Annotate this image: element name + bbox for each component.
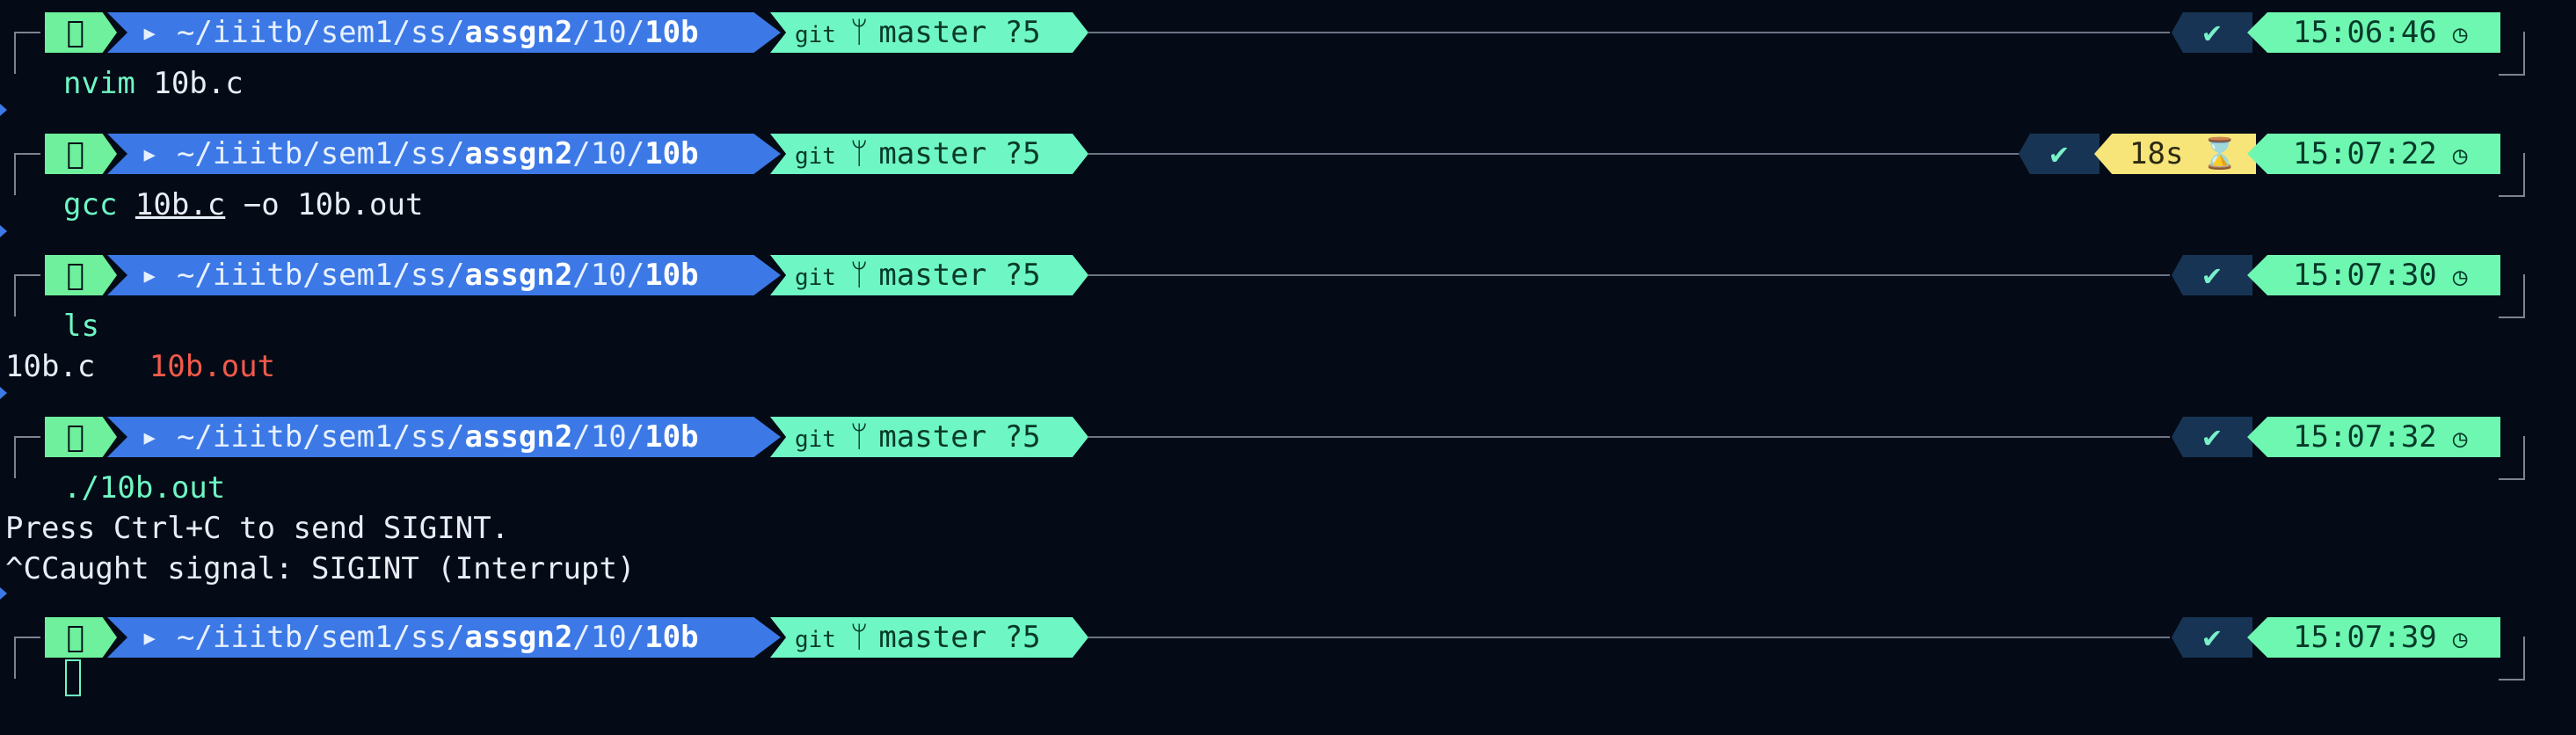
prompt-bar:  ▸ ~/iiitb/sem1/ss/assgn2/10/10b git ᛘ ma… bbox=[0, 255, 2576, 295]
apple-icon:  bbox=[45, 255, 117, 295]
time-segment: 15:07:32 ◷ bbox=[2247, 417, 2500, 457]
time-segment: 15:06:46 ◷ bbox=[2247, 12, 2500, 53]
clock-icon: ◷ bbox=[2452, 19, 2468, 48]
command-output: 10b.c 10b.out bbox=[5, 346, 275, 387]
prompt-chevron bbox=[0, 225, 7, 237]
git-branch: master ?5 bbox=[878, 419, 1041, 455]
prompt-frame-right bbox=[2499, 153, 2525, 197]
apple-icon:  bbox=[45, 12, 117, 53]
time-segment: 15:07:22 ◷ bbox=[2247, 134, 2500, 174]
prompt-rule bbox=[1088, 637, 2170, 638]
git-segment: git ᛘ master ?5 bbox=[770, 134, 1088, 174]
cwd-segment: ▸ ~/iiitb/sem1/ss/assgn2/10/10b bbox=[107, 617, 781, 658]
git-label: git bbox=[795, 265, 836, 291]
apple-icon:  bbox=[45, 617, 117, 658]
command-line: ls bbox=[63, 306, 99, 346]
folder-icon: ▸ bbox=[141, 620, 177, 655]
time-segment: 15:07:39 ◷ bbox=[2247, 617, 2500, 658]
git-segment: git ᛘ master ?5 bbox=[770, 617, 1088, 658]
git-branch: master ?5 bbox=[878, 15, 1041, 50]
timestamp: 15:07:32 bbox=[2293, 419, 2437, 455]
duration-segment: 18s ⌛ bbox=[2094, 134, 2256, 174]
branch-icon: ᛘ bbox=[849, 620, 869, 655]
folder-icon: ▸ bbox=[141, 15, 177, 50]
prompt-rule bbox=[1088, 274, 2170, 276]
command: ./10b.out bbox=[63, 470, 226, 506]
status-ok-icon: ✔ bbox=[2172, 617, 2252, 658]
cwd-segment: ▸ ~/iiitb/sem1/ss/assgn2/10/10b bbox=[107, 12, 781, 53]
apple-icon:  bbox=[45, 417, 117, 457]
folder-icon: ▸ bbox=[141, 258, 177, 293]
executable-file-entry: 10b.out bbox=[149, 349, 276, 384]
clock-icon: ◷ bbox=[2452, 141, 2468, 170]
prompt-frame-right bbox=[2499, 637, 2525, 680]
prompt-chevron bbox=[0, 387, 7, 399]
command-line: ./10b.out bbox=[63, 468, 225, 508]
prompt-rule bbox=[1088, 153, 2020, 155]
folder-icon: ▸ bbox=[141, 136, 177, 171]
git-label: git bbox=[795, 22, 836, 48]
git-branch: master ?5 bbox=[878, 136, 1041, 171]
prompt-frame-right bbox=[2499, 436, 2525, 480]
output-line-1: Press Ctrl+C to send SIGINT. bbox=[5, 511, 510, 546]
git-segment: git ᛘ master ?5 bbox=[770, 417, 1088, 457]
prompt-rule bbox=[1088, 32, 2170, 33]
cwd-segment: ▸ ~/iiitb/sem1/ss/assgn2/10/10b bbox=[107, 255, 781, 295]
branch-icon: ᛘ bbox=[849, 15, 869, 50]
prompt-chevron bbox=[0, 104, 7, 116]
file-entry: 10b.c bbox=[5, 349, 96, 384]
command-file-arg: 10b.c bbox=[135, 187, 226, 222]
status-ok-icon: ✔ bbox=[2172, 12, 2252, 53]
git-branch: master ?5 bbox=[878, 258, 1041, 293]
command-line: nvim 10b.c bbox=[63, 63, 244, 104]
git-branch: master ?5 bbox=[878, 620, 1041, 655]
status-ok-icon: ✔ bbox=[2172, 255, 2252, 295]
output-line-2: ^CCaught signal: SIGINT (Interrupt) bbox=[5, 551, 636, 586]
git-label: git bbox=[795, 627, 836, 653]
timestamp: 15:06:46 bbox=[2293, 15, 2437, 50]
prompt-frame-right bbox=[2499, 274, 2525, 318]
clock-icon: ◷ bbox=[2452, 262, 2468, 291]
time-segment: 15:07:30 ◷ bbox=[2247, 255, 2500, 295]
timestamp: 15:07:22 bbox=[2293, 136, 2437, 171]
cwd-segment: ▸ ~/iiitb/sem1/ss/assgn2/10/10b bbox=[107, 134, 781, 174]
timestamp: 15:07:30 bbox=[2293, 258, 2437, 293]
command: gcc bbox=[63, 187, 118, 222]
branch-icon: ᛘ bbox=[849, 258, 869, 293]
command: nvim bbox=[63, 66, 135, 101]
command: ls bbox=[63, 309, 99, 344]
prompt-bar:  ▸ ~/iiitb/sem1/ss/assgn2/10/10b git ᛘ ma… bbox=[0, 134, 2576, 174]
branch-icon: ᛘ bbox=[849, 419, 869, 455]
prompt-bar:  ▸ ~/iiitb/sem1/ss/assgn2/10/10b git ᛘma… bbox=[0, 417, 2576, 457]
prompt-chevron bbox=[0, 587, 7, 600]
prompt-rule bbox=[1088, 436, 2170, 438]
status-ok-icon: ✔ bbox=[2019, 134, 2099, 174]
timestamp: 15:07:39 bbox=[2293, 620, 2437, 655]
prompt-frame-right bbox=[2499, 32, 2525, 76]
clock-icon: ◷ bbox=[2452, 424, 2468, 453]
command-line: gcc 10b.c −o 10b.out bbox=[63, 185, 423, 225]
cwd-segment: ▸ ~/iiitb/sem1/ss/assgn2/10/10b bbox=[107, 417, 781, 457]
command-args: 10b.c bbox=[135, 66, 244, 101]
folder-icon: ▸ bbox=[141, 419, 177, 455]
command-args: −o 10b.out bbox=[225, 187, 424, 222]
branch-icon: ᛘ bbox=[849, 136, 869, 171]
apple-icon:  bbox=[45, 134, 117, 174]
clock-icon: ◷ bbox=[2452, 624, 2468, 653]
terminal-cursor[interactable] bbox=[65, 659, 81, 696]
git-segment: git ᛘ master ?5 bbox=[770, 255, 1088, 295]
git-label: git bbox=[795, 426, 836, 453]
git-segment: git ᛘ master ?5 bbox=[770, 12, 1088, 53]
git-label: git bbox=[795, 143, 836, 170]
status-ok-icon: ✔ bbox=[2172, 417, 2252, 457]
prompt-bar:  ▸ ~/iiitb/sem1/ss/assgn2/10/10b git ᛘ ma… bbox=[0, 12, 2576, 53]
prompt-bar:  ▸ ~/iiitb/sem1/ss/assgn2/10/10b git ᛘ ma… bbox=[0, 617, 2576, 658]
